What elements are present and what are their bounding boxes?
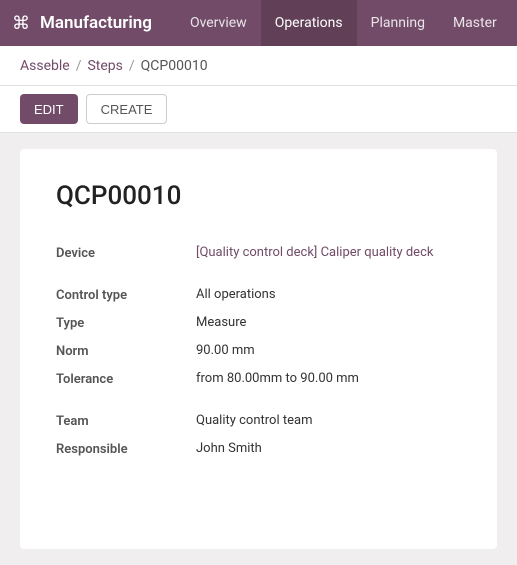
field-row-responsible: Responsible John Smith xyxy=(56,435,461,463)
type-value: Measure xyxy=(196,315,461,330)
record-title: QCP00010 xyxy=(56,181,461,211)
field-row-team: Team Quality control team xyxy=(56,407,461,435)
field-row-control-type: Control type All operations xyxy=(56,281,461,309)
nav-link-operations[interactable]: Operations xyxy=(261,0,357,46)
action-bar: EDIT CREATE xyxy=(0,86,517,133)
spacer-1 xyxy=(56,267,461,281)
top-nav: ⌘ Manufacturing Overview Operations Plan… xyxy=(0,0,517,46)
field-row-tolerance: Tolerance from 80.00mm to 90.00 mm xyxy=(56,365,461,393)
main-content: QCP00010 Device [Quality control deck] C… xyxy=(0,133,517,565)
fields-section: Device [Quality control deck] Caliper qu… xyxy=(56,239,461,463)
norm-label: Norm xyxy=(56,343,196,359)
norm-value: 90.00 mm xyxy=(196,343,461,358)
breadcrumb-current: QCP00010 xyxy=(141,58,208,74)
edit-button[interactable]: EDIT xyxy=(20,94,78,124)
control-type-label: Control type xyxy=(56,287,196,303)
team-value: Quality control team xyxy=(196,413,461,428)
breadcrumb-sep1: / xyxy=(76,58,82,74)
field-row-norm: Norm 90.00 mm xyxy=(56,337,461,365)
device-label: Device xyxy=(56,245,196,261)
breadcrumb-sep2: / xyxy=(129,58,135,74)
field-row-type: Type Measure xyxy=(56,309,461,337)
breadcrumb-parent1[interactable]: Asseble xyxy=(20,58,70,74)
responsible-value: John Smith xyxy=(196,441,461,456)
control-type-value: All operations xyxy=(196,287,461,302)
tolerance-value: from 80.00mm to 90.00 mm xyxy=(196,371,461,386)
nav-link-overview[interactable]: Overview xyxy=(176,0,261,46)
breadcrumb-parent2[interactable]: Steps xyxy=(87,58,122,74)
nav-link-master[interactable]: Master xyxy=(439,0,511,46)
grid-icon[interactable]: ⌘ xyxy=(12,13,30,34)
record-card: QCP00010 Device [Quality control deck] C… xyxy=(20,149,497,549)
nav-link-planning[interactable]: Planning xyxy=(357,0,439,46)
type-label: Type xyxy=(56,315,196,331)
breadcrumb: Asseble / Steps / QCP00010 xyxy=(0,46,517,86)
create-button[interactable]: CREATE xyxy=(86,94,168,124)
device-value[interactable]: [Quality control deck] Caliper quality d… xyxy=(196,245,461,260)
nav-links: Overview Operations Planning Master xyxy=(176,0,511,46)
team-label: Team xyxy=(56,413,196,429)
responsible-label: Responsible xyxy=(56,441,196,457)
spacer-2 xyxy=(56,393,461,407)
field-row-device: Device [Quality control deck] Caliper qu… xyxy=(56,239,461,267)
app-brand: Manufacturing xyxy=(40,13,152,33)
tolerance-label: Tolerance xyxy=(56,371,196,387)
